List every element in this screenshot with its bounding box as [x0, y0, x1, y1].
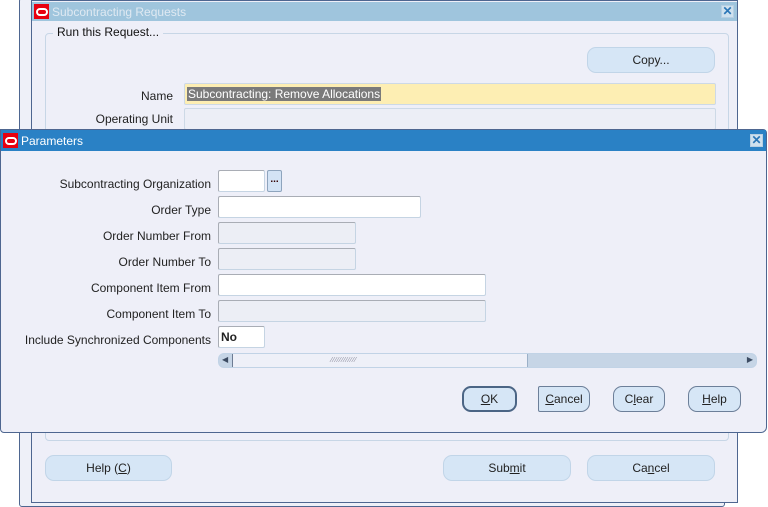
- help-label-key: C: [118, 461, 127, 475]
- clear-button[interactable]: Clear: [613, 386, 665, 412]
- submit-button[interactable]: Submit: [443, 455, 571, 481]
- scroll-right-icon[interactable]: ▶: [747, 355, 753, 364]
- ok-label-post: K: [490, 392, 499, 406]
- help-label-key: H: [702, 392, 711, 406]
- scroll-left-icon[interactable]: ◀: [222, 355, 228, 364]
- component-item-to-field[interactable]: [218, 300, 486, 322]
- name-label: Name: [140, 89, 173, 103]
- clear-label-post: ear: [636, 392, 654, 406]
- cancel-label-key: C: [545, 392, 554, 406]
- cancel-label-post: ancel: [553, 392, 583, 406]
- submit-label-key: m: [509, 461, 520, 475]
- order-type-label: Order Type: [151, 203, 211, 217]
- name-field[interactable]: Subcontracting: Remove Allocations: [184, 83, 716, 105]
- subcontracting-organization-field[interactable]: [218, 170, 265, 192]
- submit-label-pre: Sub: [488, 461, 510, 475]
- oracle-logo-icon: [34, 4, 49, 19]
- include-synchronized-components-field[interactable]: No: [218, 326, 265, 348]
- component-item-from-field[interactable]: [218, 274, 486, 296]
- name-value: Subcontracting: Remove Allocations: [187, 87, 382, 101]
- order-type-field[interactable]: [218, 196, 421, 218]
- grip-icon: ⁄⁄⁄⁄⁄⁄⁄⁄⁄⁄⁄⁄: [331, 357, 358, 364]
- order-number-from-field[interactable]: [218, 222, 356, 244]
- submit-label-post: it: [519, 461, 526, 475]
- cancel-label-pre: Ca: [632, 461, 648, 475]
- order-number-to-label: Order Number To: [118, 255, 211, 269]
- dialog-cancel-button[interactable]: Cancel: [538, 386, 590, 412]
- horizontal-scrollbar[interactable]: ◀ ⁄⁄⁄⁄⁄⁄⁄⁄⁄⁄⁄⁄ ▶: [218, 353, 757, 368]
- help-label-post: elp: [710, 392, 727, 406]
- component-item-from-label: Component Item From: [90, 281, 211, 295]
- ok-label-key: O: [480, 392, 491, 406]
- operating-unit-label: Operating Unit: [95, 112, 173, 126]
- cancel-button[interactable]: Cancel: [587, 455, 715, 481]
- parameters-dialog: Parameters ✕ Subcontracting Organization…: [0, 129, 767, 433]
- subcontracting-organization-label: Subcontracting Organization: [59, 177, 211, 191]
- dialog-help-button[interactable]: Help: [688, 386, 741, 412]
- window-titlebar[interactable]: Subcontracting Requests ✕: [32, 2, 737, 21]
- help-button[interactable]: Help (C): [45, 455, 172, 481]
- dialog-title: Parameters: [21, 134, 84, 148]
- dialog-titlebar[interactable]: Parameters ✕: [1, 130, 766, 151]
- scrollbar-thumb[interactable]: ⁄⁄⁄⁄⁄⁄⁄⁄⁄⁄⁄⁄: [232, 354, 528, 367]
- help-label-pre: Help (: [86, 461, 119, 475]
- cancel-label-post: cel: [654, 461, 670, 475]
- operating-unit-field[interactable]: [184, 108, 716, 130]
- copy-button[interactable]: Copy...: [587, 47, 715, 73]
- order-number-from-label: Order Number From: [102, 229, 211, 243]
- include-synchronized-components-label: Include Synchronized Components: [24, 333, 211, 347]
- order-number-to-field[interactable]: [218, 248, 356, 270]
- oracle-logo-icon: [3, 133, 18, 148]
- group-label: Run this Request...: [53, 25, 164, 39]
- window-title: Subcontracting Requests: [52, 5, 187, 19]
- close-icon[interactable]: ✕: [721, 5, 734, 18]
- close-icon[interactable]: ✕: [750, 134, 763, 147]
- help-label-post: ): [126, 461, 131, 475]
- list-of-values-button[interactable]: ...: [267, 170, 282, 192]
- component-item-to-label: Component Item To: [106, 307, 211, 321]
- ok-button[interactable]: OK: [462, 386, 517, 412]
